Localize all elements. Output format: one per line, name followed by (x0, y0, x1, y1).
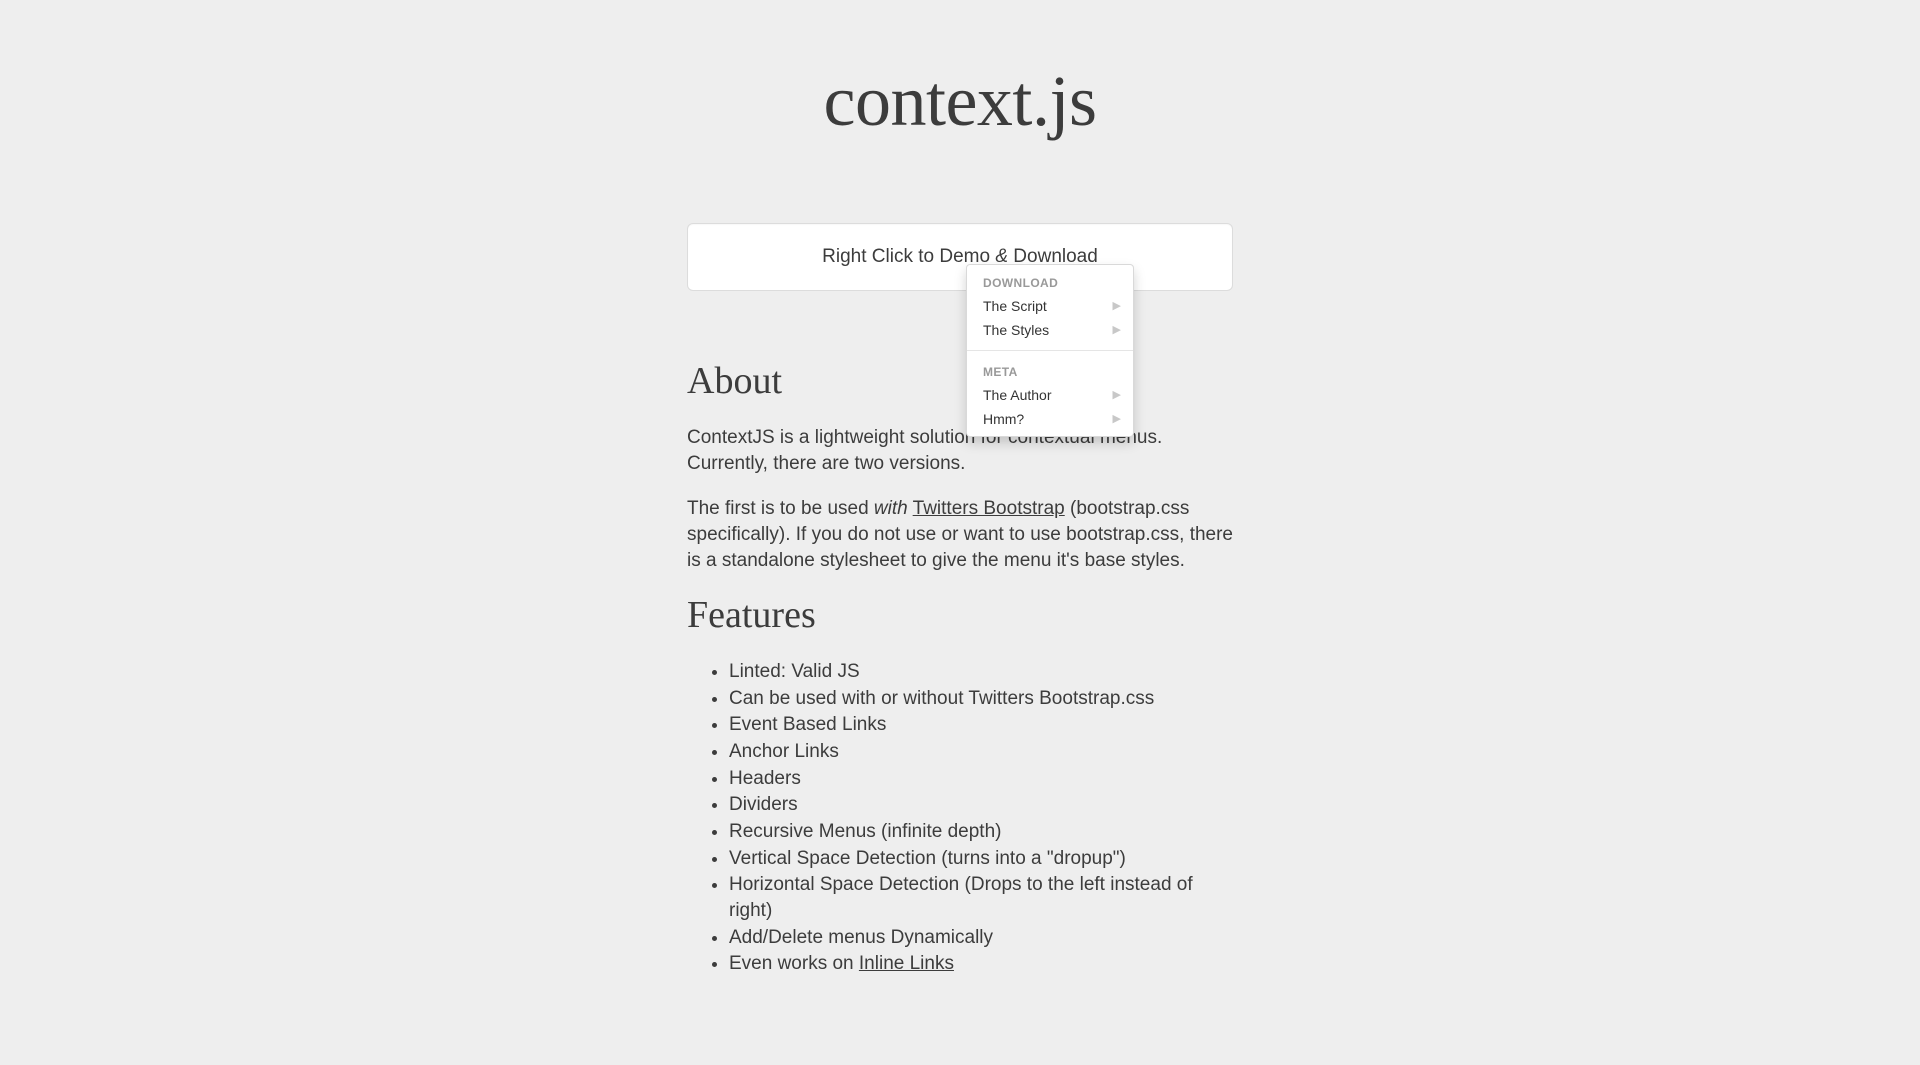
menu-item-hmm[interactable]: Hmm? ▶ (967, 407, 1133, 431)
inline-links-link[interactable]: Inline Links (859, 953, 954, 974)
menu-item-label: The Script (983, 298, 1047, 314)
main-container: Right Click to Demo & Download DOWNLOAD … (675, 223, 1245, 977)
feature-item: Can be used with or without Twitters Boo… (729, 686, 1233, 712)
feature-item: Headers (729, 766, 1233, 792)
page-title: context.js (0, 60, 1920, 143)
features-list: Linted: Valid JS Can be used with or wit… (687, 659, 1233, 977)
menu-item-label: The Author (983, 387, 1052, 403)
menu-item-the-author[interactable]: The Author ▶ (967, 383, 1133, 407)
feature-item: Dividers (729, 792, 1233, 818)
twitters-bootstrap-link[interactable]: Twitters Bootstrap (913, 498, 1065, 519)
feature-item: Linted: Valid JS (729, 659, 1233, 685)
feature-item: Horizontal Space Detection (Drops to the… (729, 872, 1233, 923)
about-heading: About (687, 359, 1233, 403)
feature-item: Anchor Links (729, 739, 1233, 765)
menu-item-label: The Styles (983, 322, 1049, 338)
about-p2-a: The first is to be used (687, 498, 874, 519)
menu-divider (967, 350, 1133, 351)
about-paragraph-1: ContextJS is a lightweight solution for … (687, 425, 1233, 476)
feature-item: Event Based Links (729, 712, 1233, 738)
menu-header-download: DOWNLOAD (967, 270, 1133, 294)
feature-item: Add/Delete menus Dynamically (729, 925, 1233, 951)
chevron-right-icon: ▶ (1113, 325, 1121, 336)
menu-item-the-styles[interactable]: The Styles ▶ (967, 318, 1133, 342)
feature-last-prefix: Even works on (729, 953, 859, 974)
feature-item: Recursive Menus (infinite depth) (729, 819, 1233, 845)
features-heading: Features (687, 593, 1233, 637)
feature-item-inline-links: Even works on Inline Links (729, 951, 1233, 977)
chevron-right-icon: ▶ (1113, 301, 1121, 312)
context-menu[interactable]: DOWNLOAD The Script ▶ The Styles ▶ META … (966, 264, 1134, 437)
feature-item: Vertical Space Detection (turns into a "… (729, 846, 1233, 872)
demo-box[interactable]: Right Click to Demo & Download DOWNLOAD … (687, 223, 1233, 291)
menu-item-label: Hmm? (983, 411, 1024, 427)
chevron-right-icon: ▶ (1113, 414, 1121, 425)
chevron-right-icon: ▶ (1113, 390, 1121, 401)
menu-item-the-script[interactable]: The Script ▶ (967, 294, 1133, 318)
about-paragraph-2: The first is to be used with Twitters Bo… (687, 496, 1233, 573)
about-p2-with: with (874, 498, 908, 519)
menu-header-meta: META (967, 359, 1133, 383)
